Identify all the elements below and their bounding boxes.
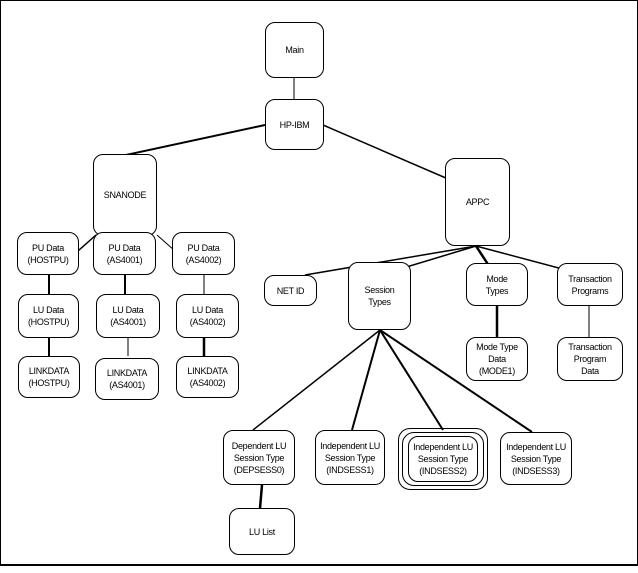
node-depsess0[interactable]: Dependent LU Session Type (DEPSESS0) (223, 430, 295, 485)
node-mode-types[interactable]: Mode Types (466, 263, 528, 306)
node-snanode[interactable]: SNANODE (93, 154, 157, 236)
node-pu-as4001[interactable]: PU Data (AS4001) (93, 232, 156, 275)
node-lu-hostpu[interactable]: LU Data (HOSTPU) (18, 294, 79, 338)
node-indsess2[interactable]: Independent LU Session Type (INDSESS2) (408, 436, 478, 482)
node-appc[interactable]: APPC (445, 158, 510, 246)
node-indsess1[interactable]: Independent LU Session Type (INDSESS1) (315, 430, 385, 485)
node-lu-as4001[interactable]: LU Data (AS4001) (96, 294, 160, 338)
node-transaction-program-data[interactable]: Transaction Program Data (557, 337, 623, 381)
node-session-types[interactable]: Session Types (348, 262, 411, 330)
node-pu-hostpu[interactable]: PU Data (HOSTPU) (17, 232, 79, 275)
edge (379, 329, 444, 431)
node-linkdata-as4001[interactable]: LINKDATA (AS4001) (95, 358, 159, 400)
node-transaction-programs[interactable]: Transaction Programs (557, 263, 623, 306)
node-lu-list[interactable]: LU List (229, 508, 295, 555)
node-mode-type-data[interactable]: Mode Type Data (MODE1) (466, 337, 528, 381)
edge (125, 124, 266, 156)
edge (351, 329, 381, 431)
node-net-id[interactable]: NET ID (264, 275, 317, 306)
node-indsess3[interactable]: Independent LU Session Type (INDSESS3) (500, 432, 572, 485)
edge (258, 484, 264, 509)
node-linkdata-hostpu[interactable]: LINKDATA (HOSTPU) (18, 356, 80, 398)
node-linkdata-as4002[interactable]: LINKDATA (AS4002) (176, 356, 239, 398)
node-hp-ibm[interactable]: HP-IBM (265, 99, 324, 150)
connectors (48, 78, 590, 509)
node-lu-as4002[interactable]: LU Data (AS4002) (176, 294, 239, 338)
diagram-canvas: Main HP-IBM SNANODE APPC PU Data (HOSTPU… (0, 0, 638, 573)
edge (252, 329, 381, 431)
node-main[interactable]: Main (265, 22, 324, 78)
node-pu-as4002[interactable]: PU Data (AS4002) (172, 232, 235, 275)
